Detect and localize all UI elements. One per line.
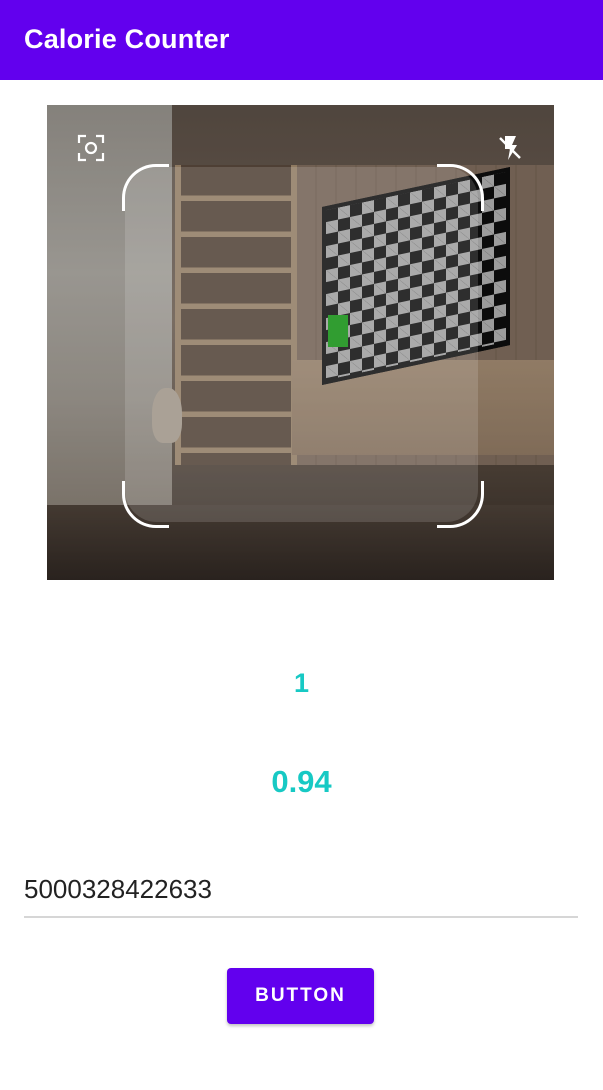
flash-toggle-button[interactable]	[493, 131, 527, 165]
barcode-input[interactable]	[24, 870, 578, 905]
focus-scan-icon	[77, 134, 105, 162]
action-button[interactable]: BUTTON	[227, 968, 374, 1024]
app-title: Calorie Counter	[24, 24, 230, 54]
confidence-text: 0.94	[271, 764, 332, 799]
flash-off-icon	[499, 136, 521, 160]
autofocus-button[interactable]	[74, 131, 108, 165]
camera-preview[interactable]	[47, 105, 554, 580]
barcode-field[interactable]	[24, 870, 578, 918]
app-bar: Calorie Counter	[0, 0, 603, 80]
scan-focus-area	[125, 167, 478, 522]
item-count-text: 1	[293, 668, 310, 698]
